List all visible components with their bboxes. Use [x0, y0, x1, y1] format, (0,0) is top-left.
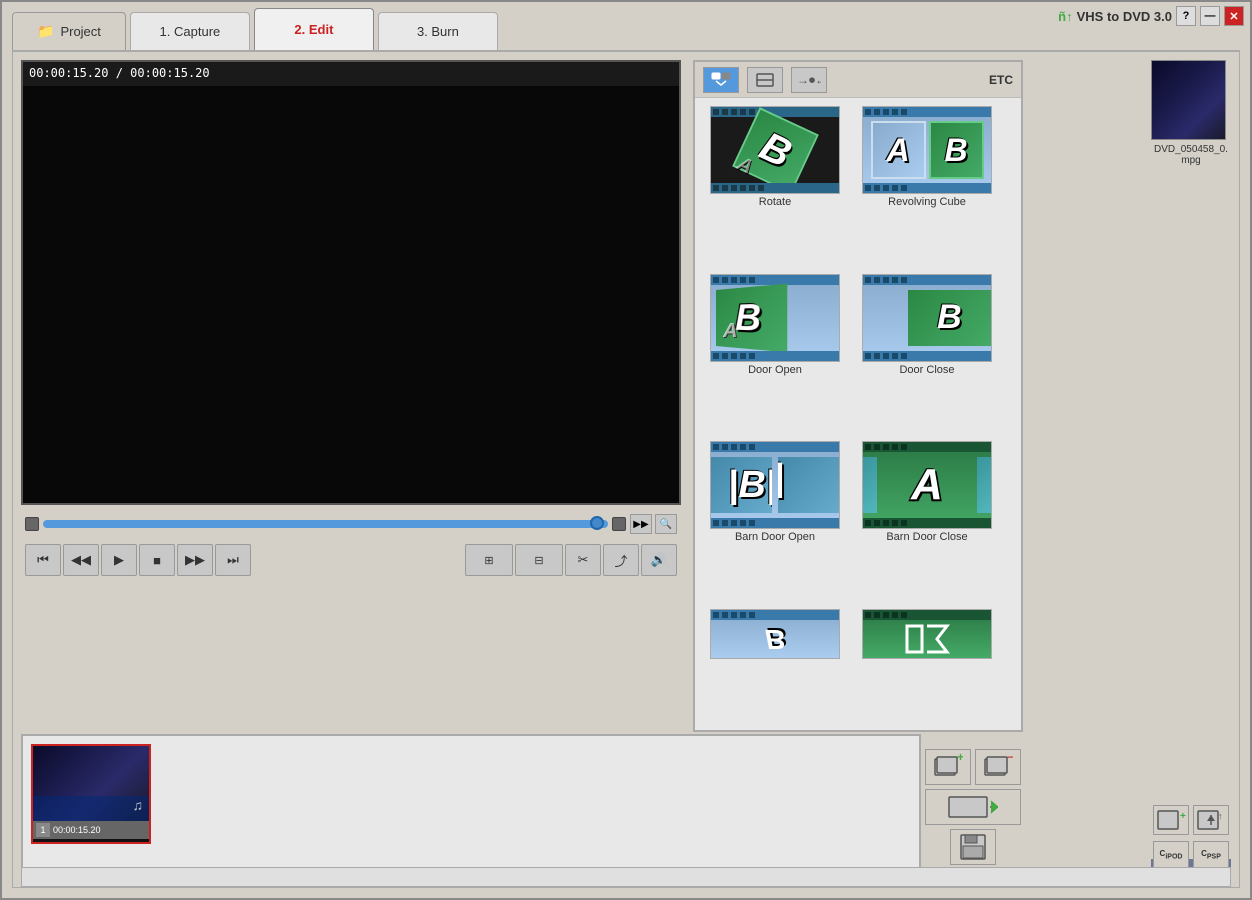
transition-thumb-rotate: B A [710, 106, 840, 194]
clip-number: 1 [36, 823, 50, 837]
add-clip-button[interactable]: + [925, 749, 971, 785]
transition-item-7[interactable]: B [703, 609, 847, 723]
render-button[interactable] [925, 789, 1021, 825]
skip-to-start-button[interactable]: ⏮ [25, 544, 61, 576]
step-back-button[interactable]: ◀◀ [63, 544, 99, 576]
timeline-side-controls: + − [925, 734, 1021, 879]
close-button[interactable]: ✕ [1224, 6, 1244, 26]
svg-text:−: − [1007, 753, 1013, 764]
svg-text:→⏺←: →⏺← [797, 73, 821, 87]
transition-item-barn-door-open[interactable]: |B| | Barn Door Open [703, 441, 847, 605]
transition-grid[interactable]: B A Rotate [695, 98, 1007, 730]
title-bar: ñ↑ VHS to DVD 3.0 ? — ✕ [1052, 2, 1250, 30]
clip-info: 1 00:00:15.20 [33, 821, 149, 839]
remove-frame-button[interactable]: ⊟ [515, 544, 563, 576]
transition-view-btn[interactable] [703, 67, 739, 93]
scissors-button[interactable]: ✂ [565, 544, 601, 576]
video-display: 00:00:15.20 / 00:00:15.20 [21, 60, 681, 505]
transition-label-door-open: Door Open [748, 364, 802, 376]
clip-duration: 00:00:15.20 [53, 825, 101, 835]
transition-item-barn-door-close[interactable]: A Barn Door Close [855, 441, 999, 605]
file-preview-thumb [1151, 60, 1226, 140]
ipod-label: CiPOD [1160, 850, 1183, 861]
glue-button[interactable]: ⤴ [603, 544, 639, 576]
timeline-area: ♫ 1 00:00:15.20 [21, 734, 921, 879]
add-remove-row: + − [925, 749, 1021, 785]
transition-arrows-btn[interactable]: →⏺← [791, 67, 827, 93]
transport-area: ▶▶ 🔍 ⏮ ◀◀ ▶ ■ ▶▶ ⏭ ⊞ ⊟ ✂ ⤴ 🔊 [21, 510, 681, 590]
timecode-display: 00:00:15.20 / 00:00:15.20 [29, 66, 210, 80]
app-title: VHS to DVD 3.0 [1077, 9, 1172, 24]
content-area: 00:00:15.20 / 00:00:15.20 ▶▶ 🔍 [12, 50, 1240, 888]
play-button[interactable]: ▶ [101, 544, 137, 576]
status-bar [21, 867, 1231, 887]
transition-label-revolving-cube: Revolving Cube [888, 196, 966, 208]
remove-clip-button[interactable]: − [975, 749, 1021, 785]
transition-crop-btn[interactable] [747, 67, 783, 93]
transition-thumb-7: B [710, 609, 840, 659]
minimize-button[interactable]: — [1200, 6, 1220, 26]
audio-button[interactable]: 🔊 [641, 544, 677, 576]
transition-item-revolving-cube[interactable]: A B Revolving Cube [855, 106, 999, 270]
transition-thumb-8 [862, 609, 992, 659]
transition-label-door-close: Door Close [899, 364, 954, 376]
tab-burn[interactable]: 3. Burn [378, 12, 498, 50]
svg-text:+: + [957, 753, 963, 764]
scrub-thumb[interactable] [590, 516, 604, 530]
save-button[interactable] [950, 829, 996, 865]
zoom-btn[interactable]: 🔍 [655, 514, 677, 534]
transition-item-door-open[interactable]: B A Door Open [703, 274, 847, 438]
tab-capture[interactable]: 1. Capture [130, 12, 250, 50]
transition-thumb-barn-door-open: |B| | [710, 441, 840, 529]
tab-edit[interactable]: 2. Edit [254, 8, 374, 50]
transition-etc-label: ETC [989, 73, 1013, 87]
preview-image [1152, 61, 1225, 139]
transition-thumb-door-open: B A [710, 274, 840, 362]
app-window: ñ↑ VHS to DVD 3.0 ? — ✕ 📁 Project 1. Cap… [0, 0, 1252, 900]
export-row-1: + ↑ [1153, 805, 1229, 835]
timeline-clip-1[interactable]: ♫ 1 00:00:15.20 [31, 744, 151, 844]
transition-item-8[interactable] [855, 609, 999, 723]
transition-label-barn-door-close: Barn Door Close [886, 531, 967, 543]
transition-label-barn-door-open: Barn Door Open [735, 531, 815, 543]
svg-text:↑: ↑ [1218, 811, 1223, 821]
scrub-handle-right[interactable] [612, 517, 626, 531]
tab-project[interactable]: 📁 Project [12, 12, 126, 50]
scrub-track[interactable] [43, 520, 608, 528]
scrub-skip-btn[interactable]: ▶▶ [630, 514, 652, 534]
svg-text:+: + [1180, 811, 1186, 822]
psp-label: CPSP [1201, 850, 1221, 861]
file-name-label: DVD_050458_0.mpg [1151, 144, 1231, 166]
step-forward-button[interactable]: ▶▶ [177, 544, 213, 576]
transition-item-rotate[interactable]: B A Rotate [703, 106, 847, 270]
video-screen [23, 86, 679, 503]
add-frame-button[interactable]: ⊞ [465, 544, 513, 576]
transport-controls: ⏮ ◀◀ ▶ ■ ▶▶ ⏭ ⊞ ⊟ ✂ ⤴ 🔊 [21, 538, 681, 582]
clip-thumbnail: ♫ [33, 746, 149, 821]
app-logo: ñ↑ [1058, 9, 1072, 24]
export-dvd-button[interactable]: + [1153, 805, 1189, 835]
transition-panel: →⏺← ETC B A [693, 60, 1023, 732]
export-buttons: + ↑ CiPOD CPSP [1151, 734, 1231, 879]
transition-thumb-barn-door-close: A [862, 441, 992, 529]
scrub-right-controls: ▶▶ 🔍 [630, 514, 677, 534]
scrub-bar: ▶▶ 🔍 [21, 510, 681, 538]
transition-label-rotate: Rotate [759, 196, 791, 208]
transition-header: →⏺← ETC [695, 62, 1021, 98]
scrub-handle-left[interactable] [25, 517, 39, 531]
skip-to-end-button[interactable]: ⏭ [215, 544, 251, 576]
stop-button[interactable]: ■ [139, 544, 175, 576]
transition-thumb-revolving-cube: A B [862, 106, 992, 194]
transition-thumb-door-close: B [862, 274, 992, 362]
help-button[interactable]: ? [1176, 6, 1196, 26]
export-up-button[interactable]: ↑ [1193, 805, 1229, 835]
transition-item-door-close[interactable]: B Door Close [855, 274, 999, 438]
